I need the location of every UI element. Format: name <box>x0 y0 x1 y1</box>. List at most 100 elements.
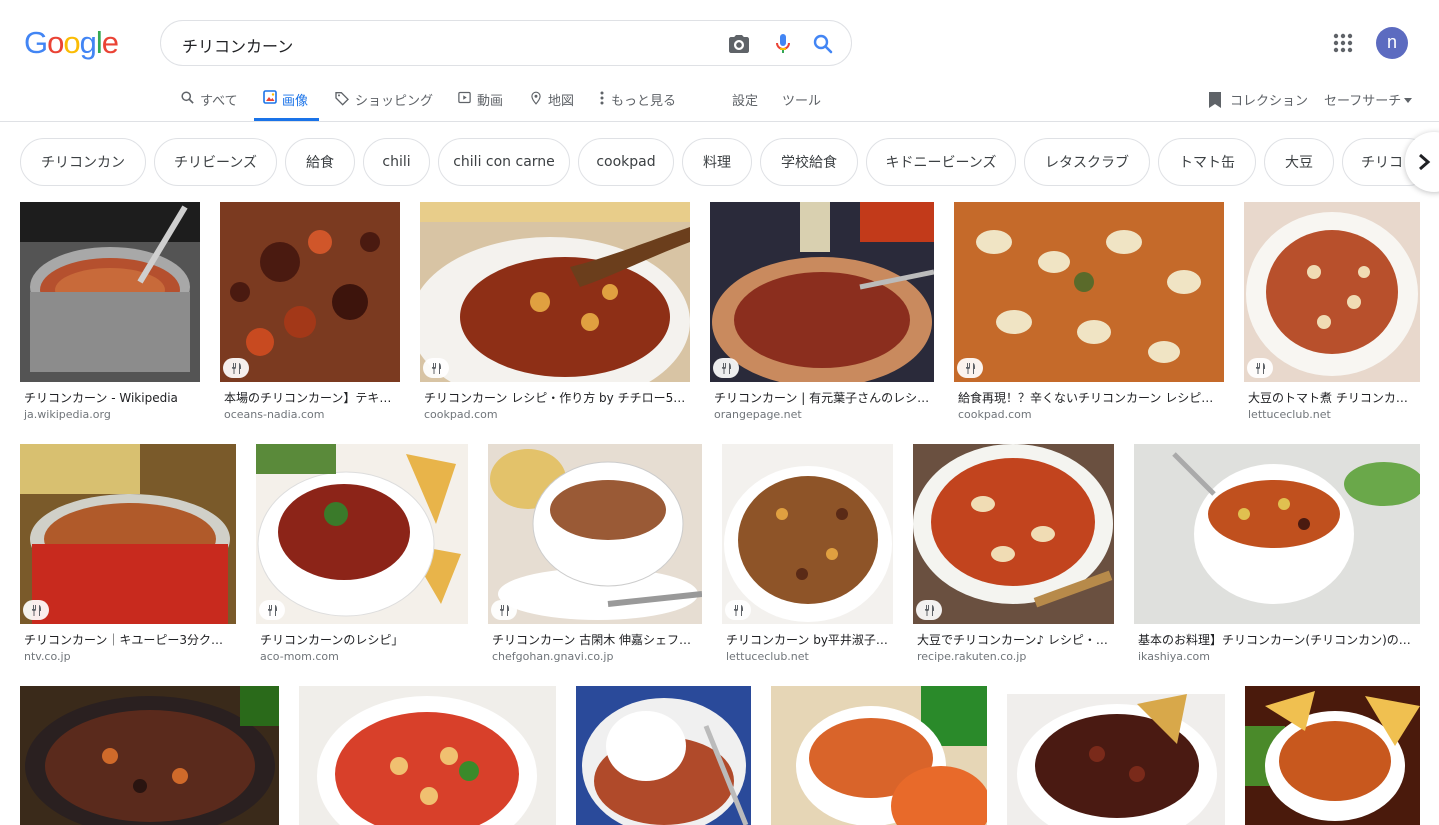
result-domain[interactable]: recipe.rakuten.co.jp <box>917 650 1026 663</box>
settings-link[interactable]: 設定 <box>732 80 758 121</box>
result-domain[interactable]: chefgohan.gnavi.co.jp <box>492 650 613 663</box>
tab-images[interactable]: 画像 <box>254 80 320 121</box>
thumbnail[interactable] <box>220 202 400 382</box>
search-icon[interactable] <box>811 32 835 56</box>
result-title[interactable]: チリコンカーン | 有元葉子さんのレシ… <box>714 389 932 406</box>
recipe-badge <box>1247 358 1273 378</box>
fork-knife-icon <box>432 362 441 374</box>
image-result[interactable]: 基本のお料理】チリコンカーン(チリコンカン)の… ikashiya.com <box>1134 444 1420 666</box>
result-title[interactable]: 給食再現！？辛くないチリコンカーン レシピ… <box>958 389 1222 406</box>
tab-videos[interactable]: 動画 <box>457 80 503 121</box>
image-result[interactable]: チリコンカーン｜キユーピー3分クッ… ntv.co.jp <box>20 444 236 666</box>
chip[interactable]: cookpad <box>578 138 674 186</box>
chip[interactable]: チリコンカン <box>20 138 146 186</box>
microphone-icon[interactable] <box>771 32 795 56</box>
thumbnail[interactable] <box>1244 202 1420 382</box>
google-logo[interactable]: Google <box>24 25 119 61</box>
chip[interactable]: トマト缶 <box>1158 138 1256 186</box>
avatar[interactable]: n <box>1376 27 1408 59</box>
image-result[interactable]: チリコンカーンのレシピ」 aco-mom.com <box>256 444 468 666</box>
image-result[interactable]: チリコンカーン | 有元葉子さんのレシ… orangepage.net <box>710 202 934 424</box>
result-title[interactable]: チリコンカーン 古閑木 伸嘉シェフ… <box>492 631 700 648</box>
search-box[interactable]: チリコンカーン <box>160 20 852 66</box>
image-result[interactable] <box>576 686 751 825</box>
result-domain[interactable]: lettuceclub.net <box>726 650 809 663</box>
grain-chili-image <box>722 444 893 624</box>
thumbnail[interactable] <box>488 444 702 624</box>
thumbnail[interactable] <box>256 444 468 624</box>
chip[interactable]: チリビーンズ <box>154 138 277 186</box>
image-result[interactable] <box>1007 686 1225 825</box>
chip[interactable]: キドニービーンズ <box>866 138 1016 186</box>
image-result[interactable]: チリコンカーン レシピ・作り方 by チチロー5… cookpad.com <box>420 202 690 424</box>
fork-knife-icon <box>500 604 509 616</box>
result-title[interactable]: チリコンカーンのレシピ」 <box>260 631 466 648</box>
safesearch-dropdown[interactable]: セーフサーチ <box>1324 90 1413 109</box>
result-title[interactable]: チリコンカーン - Wikipedia <box>24 389 198 406</box>
result-title[interactable]: 基本のお料理】チリコンカーン(チリコンカン)の… <box>1138 631 1418 648</box>
thumbnail[interactable] <box>771 686 987 825</box>
apps-grid-icon[interactable] <box>1333 33 1353 53</box>
thumbnail[interactable] <box>722 444 893 624</box>
result-domain[interactable]: ntv.co.jp <box>24 650 71 663</box>
thumbnail[interactable] <box>299 686 556 825</box>
tools-link[interactable]: ツール <box>782 80 821 121</box>
thumbnail[interactable] <box>710 202 934 382</box>
result-domain[interactable]: lettuceclub.net <box>1248 408 1331 421</box>
result-title[interactable]: チリコンカーン by平井淑子… <box>726 631 891 648</box>
result-title[interactable]: チリコンカーン レシピ・作り方 by チチロー5… <box>424 389 688 406</box>
chip[interactable]: chili con carne <box>438 138 570 186</box>
result-title[interactable]: 大豆でチリコンカーン♪ レシピ・… <box>917 631 1112 648</box>
collection-link[interactable]: コレクション <box>1207 90 1308 109</box>
map-pin-icon <box>531 91 541 105</box>
tab-shopping[interactable]: ショッピング <box>334 80 433 121</box>
thumbnail[interactable] <box>1007 694 1225 825</box>
camera-icon[interactable] <box>727 32 751 56</box>
image-result[interactable]: チリコンカーン - Wikipedia ja.wikipedia.org <box>20 202 200 424</box>
chip[interactable]: chili <box>363 138 430 186</box>
thumbnail[interactable] <box>20 444 236 624</box>
search-input[interactable]: チリコンカーン <box>182 33 293 57</box>
header: Google チリコンカーン n すべて 画像 ショッピング 動画 地図 もっと… <box>0 0 1439 122</box>
result-domain[interactable]: ikashiya.com <box>1138 650 1210 663</box>
tab-label: もっと見る <box>611 94 677 109</box>
result-domain[interactable]: orangepage.net <box>714 408 802 421</box>
tab-all[interactable]: すべて <box>180 80 238 121</box>
result-domain[interactable]: cookpad.com <box>958 408 1032 421</box>
recipe-badge <box>491 600 517 620</box>
image-result[interactable]: 大豆でチリコンカーン♪ レシピ・… recipe.rakuten.co.jp <box>913 444 1114 666</box>
thumbnail[interactable] <box>20 202 200 382</box>
tab-maps[interactable]: 地図 <box>529 80 574 121</box>
result-domain[interactable]: aco-mom.com <box>260 650 339 663</box>
tab-more[interactable]: もっと見る <box>598 80 676 121</box>
thumbnail[interactable] <box>576 686 751 825</box>
image-result[interactable]: 本場のチリコンカーン】テキ… oceans-nadia.com <box>220 202 400 424</box>
thumbnail[interactable] <box>954 202 1224 382</box>
chip[interactable]: 学校給食 <box>760 138 858 186</box>
chip[interactable]: レタスクラブ <box>1024 138 1150 186</box>
tab-label: 地図 <box>548 94 575 109</box>
result-title[interactable]: 本場のチリコンカーン】テキ… <box>224 389 398 406</box>
chip[interactable]: 料理 <box>682 138 752 186</box>
image-result[interactable]: 大豆のトマト煮 チリコンカー… lettuceclub.net <box>1244 202 1420 424</box>
result-domain[interactable]: ja.wikipedia.org <box>24 408 111 421</box>
image-result[interactable] <box>20 686 279 825</box>
thumbnail[interactable] <box>20 686 279 825</box>
image-result[interactable]: チリコンカーン 古閑木 伸嘉シェフ… chefgohan.gnavi.co.jp <box>488 444 702 666</box>
tab-label: 画像 <box>282 94 309 109</box>
image-result[interactable]: 給食再現！？辛くないチリコンカーン レシピ… cookpad.com <box>954 202 1224 424</box>
chip[interactable]: 給食 <box>285 138 355 186</box>
thumbnail[interactable] <box>1245 686 1420 825</box>
result-domain[interactable]: oceans-nadia.com <box>224 408 324 421</box>
thumbnail[interactable] <box>1134 444 1420 624</box>
thumbnail[interactable] <box>913 444 1114 624</box>
image-result[interactable] <box>771 686 987 825</box>
image-result[interactable] <box>299 686 556 825</box>
result-title[interactable]: チリコンカーン｜キユーピー3分クッ… <box>24 631 234 648</box>
image-result[interactable]: チリコンカーン by平井淑子… lettuceclub.net <box>722 444 893 666</box>
image-result[interactable] <box>1245 686 1420 825</box>
result-title[interactable]: 大豆のトマト煮 チリコンカー… <box>1248 389 1418 406</box>
result-domain[interactable]: cookpad.com <box>424 408 498 421</box>
chip[interactable]: 大豆 <box>1264 138 1334 186</box>
thumbnail[interactable] <box>420 202 690 382</box>
